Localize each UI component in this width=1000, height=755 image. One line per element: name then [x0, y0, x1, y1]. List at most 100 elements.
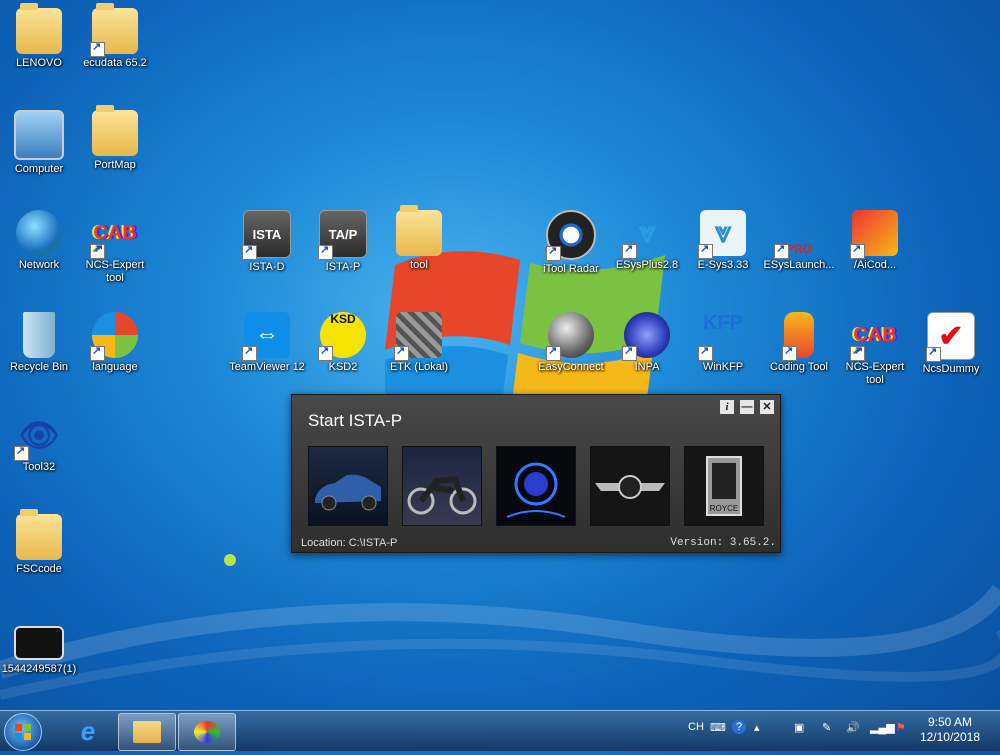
desktop-icon-esysplus[interactable]: ⩔ ESysPlus2.8	[608, 210, 686, 272]
icon-label: Coding Tool	[770, 361, 828, 373]
taskbar-internet-explorer[interactable]: e	[60, 713, 116, 749]
icon-label: iTool Radar	[543, 263, 599, 275]
icon-label: NCS-Expert tool	[85, 259, 145, 284]
desktop-icon-network[interactable]: Network	[0, 210, 78, 272]
location-text: Location: C:\ISTA-P	[301, 537, 398, 549]
security-alert-icon[interactable]: ⚑	[896, 721, 906, 734]
brand-tile-rolls-royce[interactable]: ROYCE	[684, 446, 764, 526]
desktop-icon-image-file[interactable]: 1544249587(1)	[0, 618, 78, 676]
taskbar-explorer[interactable]	[118, 713, 176, 751]
computer-icon	[14, 110, 64, 160]
desktop-icon-lenovo[interactable]: LENOVO	[0, 3, 78, 70]
bmw-i-icon	[506, 462, 566, 518]
desktop-icon-tool[interactable]: tool	[380, 205, 458, 272]
desktop-icon-coding-tool[interactable]: Coding Tool	[760, 312, 838, 374]
desktop-icon-language[interactable]: language	[76, 312, 154, 374]
icon-label: TeamViewer 12	[229, 361, 305, 373]
folder-icon	[92, 105, 138, 156]
esys-icon: ⩔	[698, 210, 746, 259]
icon-label: ESysPlus2.8	[615, 259, 679, 271]
desktop-icon-itool-radar[interactable]: iTool Radar	[532, 210, 610, 276]
desktop-icon-etk[interactable]: ETK (Lokal)	[380, 312, 458, 374]
desktop-icon-recycle-bin[interactable]: Recycle Bin	[0, 312, 78, 374]
teamviewer-icon: ⇔	[242, 312, 290, 361]
mini-wings-icon	[595, 475, 665, 499]
volume-icon[interactable]: 🔊	[846, 721, 860, 734]
ksd-disc-icon: KSD	[318, 312, 366, 361]
icon-label: FSCcode	[16, 563, 62, 575]
desktop-icon-esyslauncher[interactable]: PRO ESysLaunch...	[760, 210, 838, 272]
desktop-icon-fsccode[interactable]: FSCcode	[0, 509, 78, 576]
desktop-icon-computer[interactable]: Computer	[0, 110, 78, 176]
brand-tile-mini[interactable]	[590, 446, 670, 526]
folder-icon	[133, 721, 161, 743]
tray-overflow-icon[interactable]: ▴	[754, 721, 760, 734]
keyboard-icon[interactable]: ⌨	[710, 721, 726, 734]
windows-orb-icon	[90, 312, 138, 361]
icon-label: NcsDummy	[922, 363, 980, 375]
icon-label: /AiCod...	[853, 259, 897, 271]
action-center-icon[interactable]: ▣	[794, 721, 804, 734]
brand-tile-bmw-car[interactable]	[308, 446, 388, 526]
icon-label: 1544249587(1)	[1, 663, 77, 675]
desktop-icon-aicoder[interactable]: /AiCod...	[836, 210, 914, 272]
icon-label: Recycle Bin	[9, 361, 69, 373]
icon-label: INPA	[634, 361, 660, 373]
desktop-icon-ecudata[interactable]: ecudata 65.2	[76, 3, 154, 70]
network-signal-icon[interactable]: ▂▄▆	[870, 721, 895, 734]
tray-app-icon[interactable]: ✎	[822, 721, 831, 734]
clock-date: 12/10/2018	[919, 730, 980, 744]
ncs-expert-icon: CAB	[90, 210, 138, 259]
desktop-icon-easyconnect[interactable]: EasyConnect	[532, 312, 610, 374]
clock-time: 9:50 AM	[927, 715, 972, 729]
recycle-bin-icon	[23, 312, 55, 358]
icon-label: EasyConnect	[538, 361, 604, 373]
internet-explorer-icon: e	[80, 715, 96, 746]
windows-icon	[15, 724, 31, 740]
desktop-icon-ncs-expert-2[interactable]: CAB NCS-Expert tool	[836, 312, 914, 387]
easyconnect-globe-icon	[546, 312, 594, 361]
desktop-icon-winkfp[interactable]: KFP WinKFP	[684, 312, 762, 374]
desktop-icon-esys[interactable]: ⩔ E-Sys3.33	[684, 210, 762, 272]
start-ista-p-dialog[interactable]: Start ISTA-P i — ✕ ROYCE Location: C:\IS…	[291, 394, 781, 553]
taskbar: e CH ⌨ ? ▴ ▣ ✎ 🔊 ▂▄▆ ⚑ 9:50 AM 12/10/201…	[0, 710, 1000, 751]
coding-tool-icon	[782, 312, 814, 361]
desktop-icon-tool32[interactable]: 👁 Tool32	[0, 412, 78, 474]
desktop-icon-ncs-expert[interactable]: CAB NCS-Expert tool	[76, 210, 154, 285]
aicoder-icon	[850, 210, 898, 259]
help-icon[interactable]: ?	[732, 720, 746, 734]
brand-tile-bmw-motorrad[interactable]	[402, 446, 482, 526]
desktop-icon-portmap[interactable]: PortMap	[76, 105, 154, 172]
ista-d-icon: ISTA	[242, 210, 291, 260]
version-text: Version: 3.65.2.	[670, 537, 776, 549]
motorcycle-icon	[407, 475, 477, 515]
brand-tile-bmw-i[interactable]	[496, 446, 576, 526]
desktop-icon-ista-d[interactable]: ISTA ISTA-D	[228, 210, 306, 274]
minimize-button[interactable]: —	[740, 400, 754, 414]
close-button[interactable]: ✕	[760, 400, 774, 414]
rolls-royce-icon: ROYCE	[706, 456, 742, 516]
icon-label: Network	[18, 259, 60, 271]
icon-label: ISTA-D	[249, 261, 285, 273]
taskbar-paint[interactable]	[178, 713, 236, 751]
icon-label: ESysLaunch...	[763, 259, 835, 271]
checkmark-icon: ✔	[926, 312, 975, 362]
icon-label: PortMap	[94, 159, 136, 171]
dialog-title: Start ISTA-P	[308, 411, 403, 430]
icon-label: Computer	[14, 163, 64, 175]
desktop-icon-ncsdummy[interactable]: ✔ NcsDummy	[912, 312, 990, 376]
desktop-icon-ista-p[interactable]: TA/P ISTA-P	[304, 210, 382, 274]
desktop-icon-inpa[interactable]: INPA	[608, 312, 686, 374]
car-icon	[315, 474, 381, 511]
icon-label: ecudata 65.2	[83, 57, 147, 69]
eye-icon: 👁	[14, 412, 62, 461]
language-indicator[interactable]: CH	[688, 721, 704, 733]
info-button[interactable]: i	[720, 400, 734, 414]
icon-label: Tool32	[22, 461, 56, 473]
desktop-icon-ksd2[interactable]: KSD KSD2	[304, 312, 382, 374]
ista-p-icon: TA/P	[318, 210, 367, 260]
desktop-icon-teamviewer[interactable]: ⇔ TeamViewer 12	[228, 312, 306, 374]
start-button[interactable]	[4, 713, 42, 751]
system-clock[interactable]: 9:50 AM 12/10/2018	[920, 715, 980, 745]
bmw-radar-icon	[546, 210, 596, 261]
